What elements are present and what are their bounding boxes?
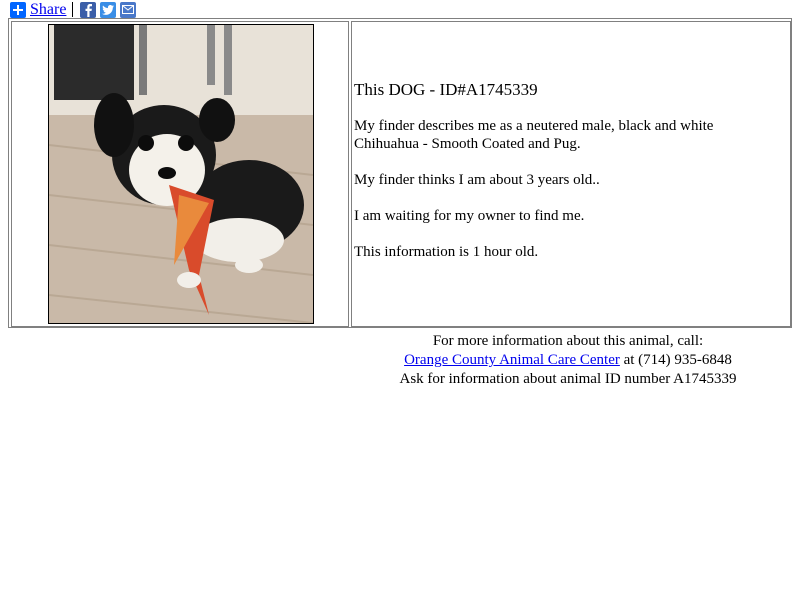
- animal-status: I am waiting for my owner to find me.: [354, 208, 585, 224]
- animal-title: This DOG - ID#A1745339: [354, 80, 538, 99]
- facebook-icon[interactable]: [80, 1, 97, 18]
- details-cell: This DOG - ID#A1745339 My finder describ…: [351, 21, 791, 327]
- contact-line-2: Orange County Animal Care Center at (714…: [348, 351, 788, 370]
- animal-age: My finder thinks I am about 3 years old.…: [354, 172, 600, 188]
- twitter-icon[interactable]: [100, 1, 117, 18]
- animal-description: My finder describes me as a neutered mal…: [354, 118, 714, 152]
- care-center-link[interactable]: Orange County Animal Care Center: [404, 352, 620, 368]
- info-freshness: This information is 1 hour old.: [354, 244, 539, 260]
- contact-line-3: Ask for information about animal ID numb…: [399, 371, 737, 387]
- animal-info-table: This DOG - ID#A1745339 My finder describ…: [8, 18, 792, 328]
- email-icon[interactable]: [120, 1, 137, 18]
- dog-photo: [48, 24, 314, 324]
- animal-details: This DOG - ID#A1745339 My finder describ…: [354, 80, 774, 279]
- divider: [72, 2, 74, 17]
- plus-icon[interactable]: [10, 1, 26, 18]
- photo-cell: [11, 21, 349, 327]
- contact-info: For more information about this animal, …: [348, 332, 788, 389]
- phone-number: at (714) 935-6848: [619, 352, 732, 368]
- share-bar: Share: [10, 1, 140, 18]
- share-link[interactable]: Share: [30, 1, 66, 18]
- contact-line-1: For more information about this animal, …: [432, 333, 704, 349]
